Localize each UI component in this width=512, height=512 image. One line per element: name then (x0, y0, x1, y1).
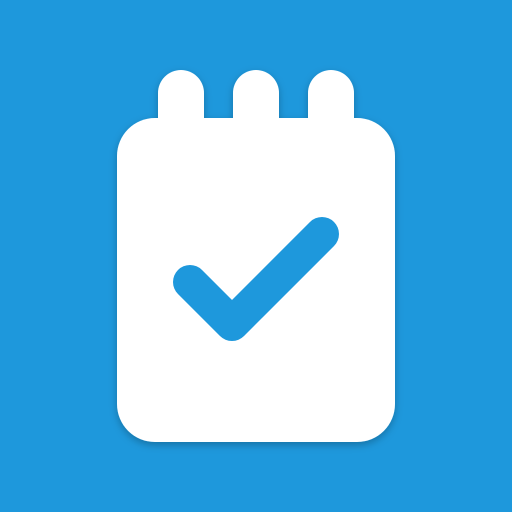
app-icon (0, 0, 512, 512)
notepad (117, 70, 395, 442)
notepad-checkmark-icon (0, 0, 512, 512)
